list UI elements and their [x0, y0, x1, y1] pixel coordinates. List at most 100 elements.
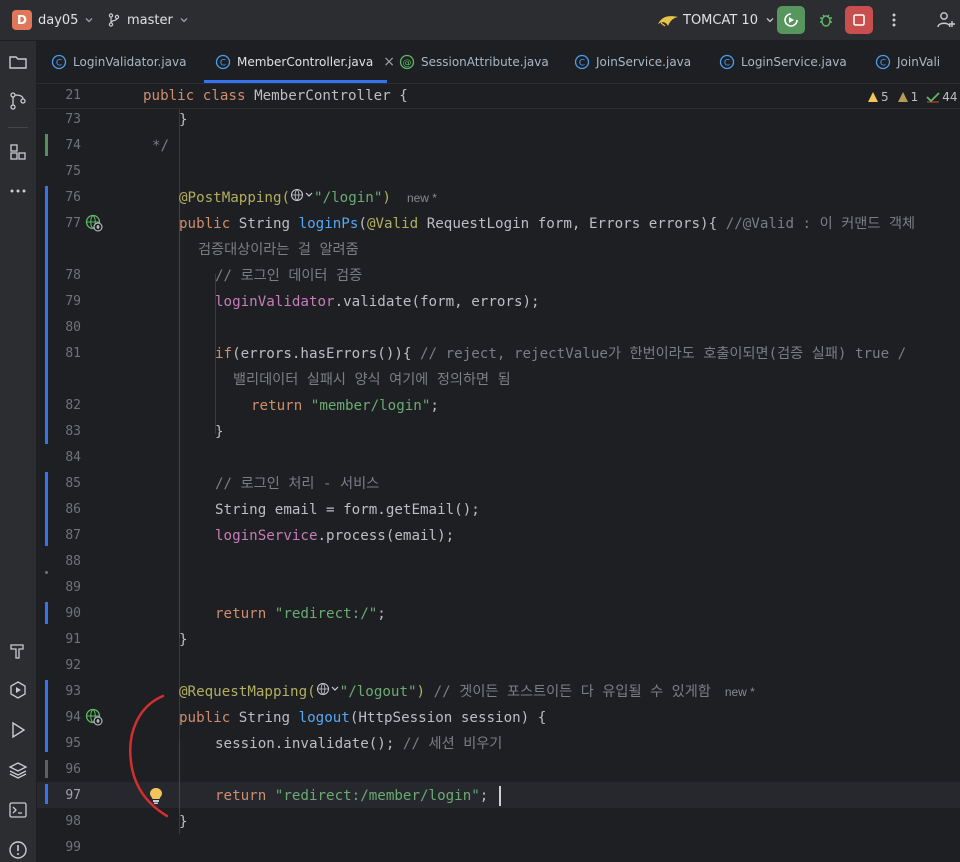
- run-tool-button[interactable]: [6, 718, 30, 742]
- code-line-76[interactable]: @PostMapping("/login") new *: [179, 185, 437, 211]
- structure-tool-button[interactable]: [6, 140, 30, 164]
- class-icon: C: [215, 54, 231, 70]
- code-line-85[interactable]: // 로그인 처리 - 서비스: [215, 471, 379, 497]
- line-number: 90: [65, 606, 81, 621]
- chevron-down-icon: [766, 18, 774, 23]
- tab-login-service[interactable]: C LoginService.java: [719, 41, 847, 83]
- code-line-81[interactable]: if(errors.hasErrors()){ // reject, rejec…: [215, 341, 906, 367]
- field-token: loginService: [215, 528, 318, 544]
- project-badge[interactable]: D: [12, 10, 32, 30]
- more-actions-button[interactable]: [886, 0, 902, 40]
- line-number: 93: [65, 684, 81, 699]
- inspection-widget[interactable]: 5 1 44: [867, 87, 958, 107]
- tab-member-controller[interactable]: C MemberController.java ×: [215, 41, 395, 83]
- project-tool-button[interactable]: [6, 50, 30, 74]
- code-line-83[interactable]: }: [215, 419, 224, 445]
- comment-token: 검증대상이라는 걸 알려줌: [198, 242, 359, 258]
- tab-login-validator[interactable]: C LoginValidator.java: [51, 41, 186, 83]
- terminal-icon: [9, 802, 27, 818]
- keyword-token: public: [179, 710, 231, 726]
- code-text: }: [179, 112, 188, 128]
- class-icon: C: [51, 54, 67, 70]
- code-line-91[interactable]: }: [179, 627, 188, 653]
- project-selector[interactable]: day05: [38, 0, 95, 40]
- code-line-87[interactable]: loginService.process(email);: [215, 523, 454, 549]
- code-line-74[interactable]: */: [152, 133, 169, 159]
- code-line-93[interactable]: @RequestMapping("/logout") // 겟이든 포스트이든 …: [179, 679, 755, 705]
- run-icon: [12, 721, 26, 739]
- terminal-tool-button[interactable]: [6, 798, 30, 822]
- folder-icon: [9, 56, 27, 69]
- chevron-down-icon: [86, 18, 93, 23]
- project-name: day05: [38, 12, 79, 28]
- line-number: 95: [65, 736, 81, 751]
- code-text: }: [215, 424, 224, 440]
- indent-guide: [179, 742, 180, 814]
- comment-token: // 로그인 데이터 검증: [215, 268, 363, 284]
- line-number: 85: [65, 476, 81, 491]
- code-line-81-wrap[interactable]: 밸리데이터 실패시 양식 여기에 정의하면 됨: [233, 367, 511, 393]
- services-icon: [10, 681, 26, 699]
- rerun-button[interactable]: [777, 6, 805, 34]
- comment-token: // reject, rejectValue가 한번이라도 호출이되면(검증 실…: [420, 346, 907, 362]
- author-hint[interactable]: new *: [407, 191, 437, 205]
- sidebar-divider: [8, 127, 28, 128]
- warning-count: 5: [867, 90, 889, 104]
- code-text: session.invalidate();: [215, 736, 403, 752]
- code-line-78[interactable]: // 로그인 데이터 검증: [215, 263, 362, 289]
- code-line-79[interactable]: loginValidator.validate(form, errors);: [215, 289, 540, 315]
- code-editor[interactable]: 73 74 75 76 77 78 79 80 81 82 83 84 85 8…: [37, 84, 960, 862]
- debug-button[interactable]: [812, 6, 840, 34]
- sticky-code-line: public class MemberController {: [143, 84, 408, 109]
- code-line-77[interactable]: public String loginPs(@Valid RequestLogi…: [179, 211, 915, 237]
- code-line-82[interactable]: return "member/login";: [251, 393, 439, 419]
- branch-selector[interactable]: master: [106, 0, 190, 40]
- stop-button[interactable]: [845, 6, 873, 34]
- line-number: 77: [65, 216, 81, 231]
- line-number: 97: [65, 788, 81, 803]
- line-number: 76: [65, 190, 81, 205]
- tab-session-attribute[interactable]: @ SessionAttribute.java: [399, 41, 549, 83]
- code-line-73[interactable]: }: [179, 107, 188, 133]
- tab-join-validator[interactable]: C JoinVali: [875, 41, 940, 83]
- author-hint[interactable]: new *: [725, 685, 755, 699]
- code-line-77-wrap[interactable]: 검증대상이라는 걸 알려줌: [198, 237, 359, 263]
- keyword-token: if: [215, 346, 233, 362]
- line-number: 86: [65, 502, 81, 517]
- code-text: ;: [479, 788, 489, 804]
- web-endpoint-icon[interactable]: [85, 214, 103, 232]
- web-endpoint-icon[interactable]: [85, 708, 103, 726]
- field-token: loginValidator: [215, 294, 335, 310]
- line-number: 99: [65, 840, 81, 855]
- build-tool-button[interactable]: [6, 639, 30, 663]
- problems-tool-button[interactable]: [6, 838, 30, 862]
- code-line-98[interactable]: }: [179, 809, 188, 835]
- sticky-scroll-header[interactable]: 21 public class MemberController { 5 1 4…: [37, 84, 960, 109]
- ok-count: 44: [926, 90, 958, 104]
- code-line-97[interactable]: return "redirect:/member/login";: [215, 783, 488, 809]
- tab-label: MemberController.java: [237, 55, 374, 69]
- add-user-button[interactable]: [936, 0, 958, 40]
- code-line-95[interactable]: session.invalidate(); // 세션 비우기: [215, 731, 502, 757]
- more-tools-button[interactable]: [6, 179, 30, 203]
- close-icon[interactable]: ×: [383, 54, 395, 70]
- line-number: 79: [65, 294, 81, 309]
- code-text: ;: [377, 606, 386, 622]
- code-line-94[interactable]: public String logout(HttpSession session…: [179, 705, 546, 731]
- services-tool-button[interactable]: [6, 678, 30, 702]
- code-line-90[interactable]: return "redirect:/";: [215, 601, 386, 627]
- text-caret: [499, 786, 501, 806]
- tab-join-service[interactable]: C JoinService.java: [574, 41, 691, 83]
- code-text: String email = form.getEmail();: [215, 502, 480, 518]
- warning-icon: [868, 92, 878, 102]
- run-configuration-selector[interactable]: TOMCAT 10: [657, 0, 776, 40]
- class-name-token: MemberController {: [254, 88, 408, 104]
- annotation-token: ): [382, 190, 391, 206]
- layers-tool-button[interactable]: [6, 758, 30, 782]
- code-line-86[interactable]: String email = form.getEmail();: [215, 497, 480, 523]
- line-number: 78: [65, 268, 81, 283]
- svg-text:C: C: [880, 59, 886, 69]
- commit-tool-button[interactable]: [6, 89, 30, 113]
- add-user-icon: [937, 12, 955, 28]
- line-number: 83: [65, 424, 81, 439]
